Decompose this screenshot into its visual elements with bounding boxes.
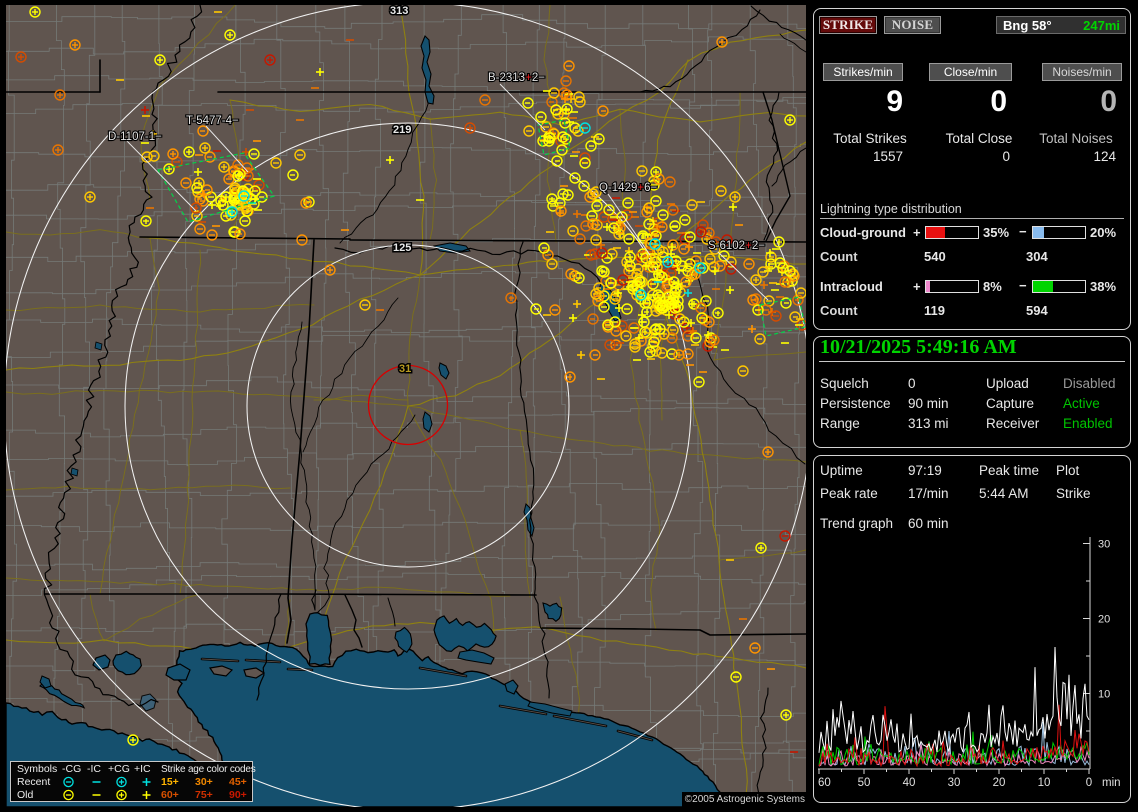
svg-text:40: 40: [903, 777, 916, 789]
svg-text:0: 0: [1086, 777, 1092, 789]
svg-text:D-1107-1−: D-1107-1−: [108, 131, 162, 143]
svg-text:219: 219: [393, 124, 411, 136]
svg-text:31: 31: [399, 363, 411, 375]
svg-text:10: 10: [1098, 689, 1110, 701]
svg-text:Q-1429+6−: Q-1429+6−: [599, 182, 657, 194]
svg-text:min: min: [1102, 777, 1121, 789]
svg-text:30: 30: [948, 777, 961, 789]
svg-text:60: 60: [818, 777, 831, 789]
svg-text:30: 30: [1098, 539, 1110, 551]
svg-text:125: 125: [393, 242, 411, 254]
svg-text:50: 50: [858, 777, 871, 789]
svg-text:20: 20: [993, 777, 1006, 789]
svg-text:S-6102+2−: S-6102+2−: [708, 240, 765, 252]
svg-text:313: 313: [390, 5, 408, 17]
svg-text:10: 10: [1038, 777, 1051, 789]
svg-text:T-5477-4−: T-5477-4−: [186, 115, 239, 127]
svg-text:20: 20: [1098, 614, 1110, 626]
svg-text:B-2313+2−: B-2313+2−: [488, 72, 545, 84]
